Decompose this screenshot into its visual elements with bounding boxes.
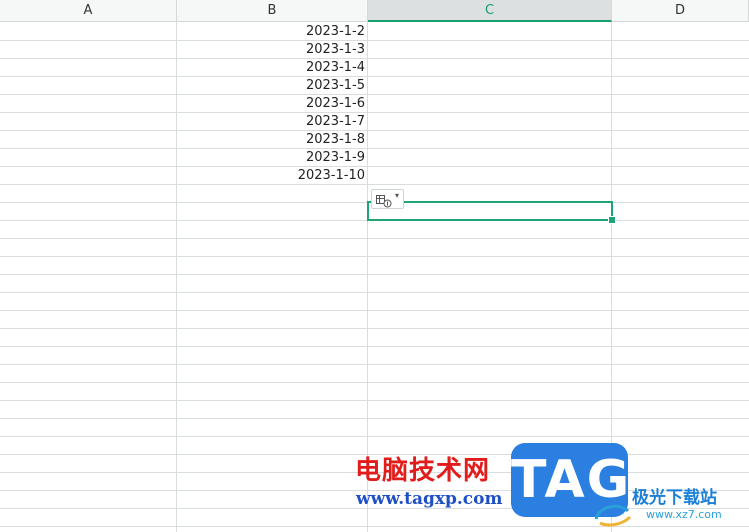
column-header-b[interactable]: B (177, 0, 368, 22)
row-divider (0, 436, 749, 437)
cell-b5[interactable]: 2023-1-6 (177, 95, 365, 113)
paste-options-icon (376, 193, 392, 212)
row-divider (0, 526, 749, 527)
column-header-bar: A B C D (0, 0, 749, 22)
column-header-c[interactable]: C (368, 0, 612, 22)
row-divider (0, 238, 749, 239)
cell-b4[interactable]: 2023-1-5 (177, 77, 365, 95)
cell-b7[interactable]: 2023-1-8 (177, 131, 365, 149)
row-divider (0, 184, 749, 185)
row-divider (0, 328, 749, 329)
paste-options-button[interactable]: ▾ (371, 189, 404, 209)
cell-b8[interactable]: 2023-1-9 (177, 149, 365, 167)
watermark-site-name: 电脑技术网 (355, 456, 491, 486)
row-divider (0, 346, 749, 347)
row-divider (0, 130, 749, 131)
row-divider (0, 364, 749, 365)
row-divider (0, 256, 749, 257)
watermark-partner-name: 极光下载站 (632, 488, 717, 508)
cell-b6[interactable]: 2023-1-7 (177, 113, 365, 131)
row-divider (0, 274, 749, 275)
row-divider (0, 166, 749, 167)
row-divider (0, 310, 749, 311)
column-header-d[interactable]: D (612, 0, 749, 22)
row-divider (0, 400, 749, 401)
cell-b1[interactable]: 2023-1-2 (177, 23, 365, 41)
watermark-partner-url: www.xz7.com (646, 508, 722, 521)
cell-b3[interactable]: 2023-1-4 (177, 59, 365, 77)
cell-b9[interactable]: 2023-1-10 (177, 167, 365, 185)
row-divider (0, 418, 749, 419)
watermark-swirl-icon (590, 497, 634, 532)
cell-b2[interactable]: 2023-1-3 (177, 41, 365, 59)
row-divider (0, 40, 749, 41)
row-divider (0, 148, 749, 149)
spreadsheet: A B C D 2023-1-2 2023-1-3 2023-1-4 2023-… (0, 0, 749, 532)
row-divider (0, 112, 749, 113)
row-divider (0, 94, 749, 95)
row-divider (0, 382, 749, 383)
row-divider (0, 292, 749, 293)
watermark-site-url: www.tagxp.com (356, 489, 503, 509)
fill-handle[interactable] (608, 216, 616, 224)
row-divider (0, 76, 749, 77)
chevron-down-icon: ▾ (395, 191, 400, 200)
row-divider (0, 58, 749, 59)
column-header-a[interactable]: A (0, 0, 177, 22)
